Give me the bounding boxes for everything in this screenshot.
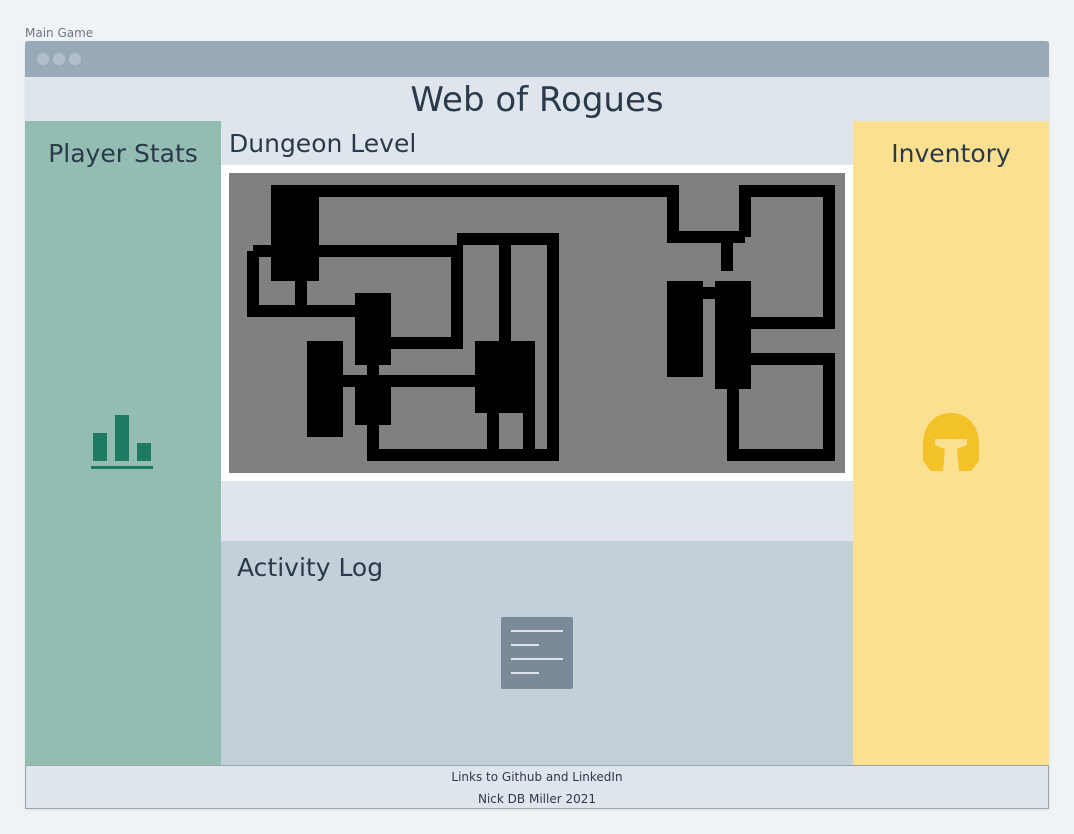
window-close-dot[interactable] [37, 53, 49, 65]
game-title: Web of Rogues [410, 80, 664, 120]
map-room [307, 341, 343, 437]
game-window: Web of Rogues Player Stats Dungeon Level [25, 41, 1049, 809]
document-icon [501, 617, 573, 689]
player-stats-panel[interactable]: Player Stats [25, 121, 221, 765]
dungeon-map[interactable] [229, 173, 845, 473]
activity-log-title: Activity Log [237, 553, 384, 582]
activity-log-panel[interactable]: Activity Log [221, 541, 853, 765]
player-stats-title: Player Stats [48, 139, 198, 168]
inventory-panel[interactable]: Inventory [853, 121, 1049, 765]
window-minimize-dot[interactable] [53, 53, 65, 65]
helmet-icon [923, 413, 979, 471]
inventory-title: Inventory [891, 139, 1011, 168]
map-room [271, 185, 319, 281]
bar-chart-icon [91, 415, 153, 469]
map-room [475, 341, 535, 413]
footer-links[interactable]: Links to Github and LinkedIn [26, 766, 1048, 788]
page-label: Main Game [25, 26, 94, 40]
map-room [715, 281, 751, 389]
footer: Links to Github and LinkedIn Nick DB Mil… [25, 765, 1049, 809]
map-room [355, 383, 391, 425]
window-titlebar [25, 41, 1049, 77]
footer-credit: Nick DB Miller 2021 [478, 792, 596, 806]
dungeon-level-title: Dungeon Level [229, 129, 417, 158]
window-maximize-dot[interactable] [69, 53, 81, 65]
map-room [355, 293, 391, 365]
dungeon-map-frame [221, 165, 853, 481]
map-room [667, 281, 703, 377]
